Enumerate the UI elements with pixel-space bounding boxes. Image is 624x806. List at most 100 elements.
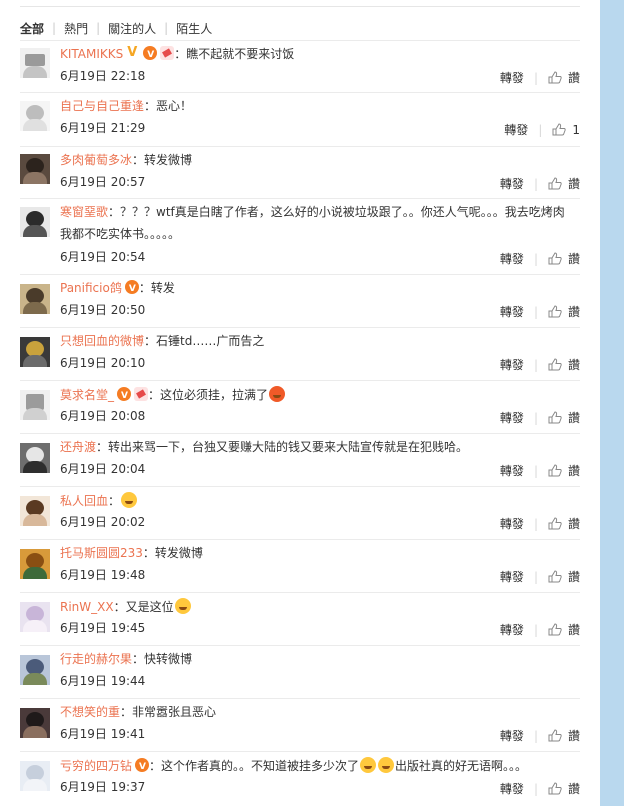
repost-button[interactable]: 轉發 [500,356,524,373]
shocked-face-icon [174,598,191,614]
repost-button[interactable]: 轉發 [500,621,524,638]
commenter-name[interactable]: 行走的赫尔果 [60,652,132,666]
repost-button[interactable]: 轉發 [500,780,524,797]
comment-actions: 轉發 | 讚 [500,356,580,373]
comment-date: 6月19日 22:18 [60,69,146,83]
avatar[interactable] [20,496,50,526]
tab-hot[interactable]: 熱門 [64,20,88,37]
comment-text: ：？？？wtf真是白瞎了作者，这么好的小说被垃圾跟了。。你还人气呢。。。我去吃烤… [108,205,565,219]
commenter-name[interactable]: KITAMIKKS [60,47,123,61]
like-label: 讚 [567,177,580,191]
laughing-crying-face-icon [360,757,377,773]
comment-text: ：转发 [138,281,175,295]
avatar[interactable] [20,655,50,685]
repost-button[interactable]: 轉發 [500,69,524,86]
commenter-name[interactable]: Panificio鸽 [60,281,122,295]
action-separator: | [533,176,538,191]
tab-following[interactable]: 關注的人 [108,20,156,37]
avatar[interactable] [20,443,50,473]
action-separator: | [533,70,538,85]
avatar[interactable] [20,284,50,314]
commenter-name[interactable]: 自己与自己重逢 [60,99,144,113]
like-button[interactable]: 1 [552,123,580,137]
repost-button[interactable]: 轉發 [500,727,524,744]
angry-face-icon [269,386,286,402]
avatar[interactable] [20,337,50,367]
comment-text: ：又是这位 [113,600,174,614]
comment-date: 6月19日 19:45 [60,621,146,635]
like-button[interactable]: 讚 [548,303,580,320]
repost-button[interactable]: 轉發 [500,462,524,479]
like-button[interactable]: 讚 [548,356,580,373]
thumbs-up-icon [548,729,562,742]
thumbs-up-icon [548,411,562,424]
comment-text: ：这个作者真的。。不知道被挂多少次了 [149,759,360,773]
comment-actions: 轉發 | 讚 [500,409,580,426]
commenter-name[interactable]: RinW_XX [60,600,114,614]
avatar[interactable] [20,602,50,632]
thumbs-up-icon [548,358,562,371]
avatar[interactable] [20,101,50,131]
comment-divider [20,327,580,328]
repost-button[interactable]: 轉發 [500,568,524,585]
comment-item: 莫求名堂_ ：这位必须挂，拉满了 6月19日 20:08 轉發 | 讚 [20,380,580,430]
commenter-name[interactable]: 多肉葡萄多冰 [60,153,132,167]
comment-actions: 轉發 | 讚 [500,727,580,744]
like-button[interactable]: 讚 [548,515,580,532]
commenter-name[interactable]: 托马斯圆圆233 [60,546,143,560]
comment-text: ：非常嚣张且恶心 [120,705,217,719]
action-separator: | [533,410,538,425]
commenter-name[interactable]: 私人回血 [60,494,108,508]
comment-content: 只想回血的微博：石锤td……广而告之 [60,333,264,349]
thumbs-up-icon [548,305,562,318]
commenter-name[interactable]: 亏穷的四万钻 [60,759,132,773]
commenter-name[interactable]: 不想笑的重 [60,705,120,719]
like-button[interactable]: 讚 [548,250,580,267]
avatar[interactable] [20,549,50,579]
tab-separator: | [96,21,101,35]
tab-strangers[interactable]: 陌生人 [176,20,212,37]
action-separator: | [533,463,538,478]
like-button[interactable]: 讚 [548,780,580,797]
commenter-name[interactable]: 只想回血的微博 [60,334,144,348]
repost-button[interactable]: 轉發 [500,175,524,192]
thumbs-up-icon [548,177,562,190]
like-button[interactable]: 讚 [548,568,580,585]
repost-button[interactable]: 轉發 [500,409,524,426]
repost-button[interactable]: 轉發 [500,250,524,267]
avatar[interactable] [20,390,50,420]
avatar[interactable] [20,761,50,791]
avatar[interactable] [20,154,50,184]
repost-button[interactable]: 轉發 [500,515,524,532]
like-label: 讚 [567,464,580,478]
like-button[interactable]: 讚 [548,462,580,479]
tab-separator: | [52,21,57,35]
like-button[interactable]: 讚 [548,175,580,192]
avatar[interactable] [20,708,50,738]
vip-badge-icon [135,758,150,775]
comment-date: 6月19日 21:29 [60,121,146,135]
like-label: 讚 [567,729,580,743]
comment-item: 不想笑的重：非常嚣张且恶心 6月19日 19:41 轉發 | 讚 [20,698,580,748]
action-separator: | [533,781,538,796]
like-button[interactable]: 讚 [548,727,580,744]
commenter-name[interactable]: 寒窗堊歌 [60,205,108,219]
commenter-name[interactable]: 还舟渡 [60,440,96,454]
like-button[interactable]: 讚 [548,621,580,638]
repost-button[interactable]: 轉發 [504,121,528,138]
tab-all[interactable]: 全部 [20,20,44,37]
comment-content: 还舟渡：转出来骂一下，台独又要赚大陆的钱又要来大陆宣传就是在犯贱哈。 [60,439,468,455]
avatar[interactable] [20,48,50,78]
comment-divider [20,645,580,646]
gift-badge-icon [134,387,149,401]
like-button[interactable]: 讚 [548,69,580,86]
tab-separator: | [164,21,169,35]
commenter-name[interactable]: 莫求名堂_ [60,388,114,402]
comment-item: Panificio鸽 ：转发 6月19日 20:50 轉發 | 讚 [20,274,580,324]
repost-button[interactable]: 轉發 [500,303,524,320]
like-label: 讚 [567,782,580,796]
avatar[interactable] [20,207,50,237]
like-button[interactable]: 讚 [548,409,580,426]
comment-item: 私人回血： 6月19日 20:02 轉發 | 讚 [20,486,580,536]
crying-face-icon [121,492,138,508]
